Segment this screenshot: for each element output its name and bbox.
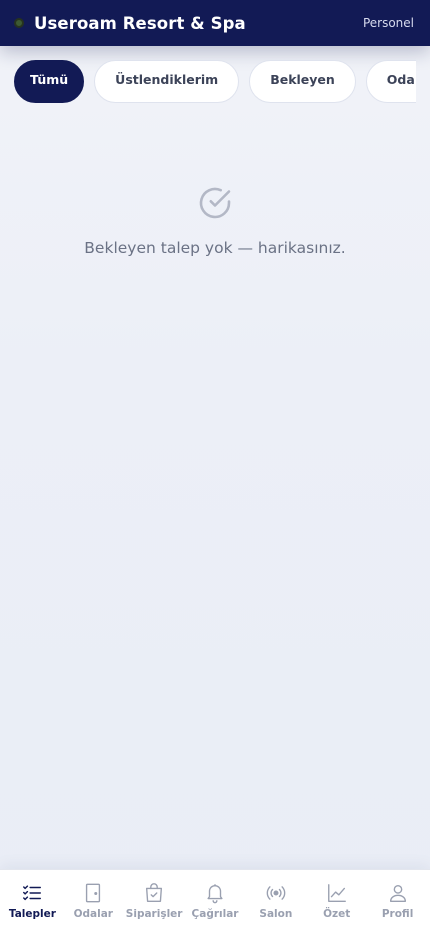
bell-icon [207,884,223,904]
bottom-nav: Talepler Odalar Siparişler Çağrılar Salo… [0,869,430,932]
nav-label-lounge: Salon [259,908,293,920]
nav-item-calls[interactable]: Çağrılar [185,870,246,932]
nav-label-profile: Profil [381,908,414,920]
filter-chips: Tümü Üstlendiklerim Bekleyen Oda Servisi [14,60,416,106]
nav-item-profile[interactable]: Profil [367,870,428,932]
nav-item-rooms[interactable]: Odalar [63,870,124,932]
empty-state: Bekleyen talep yok — harikasınız. [0,185,430,257]
list-check-icon [23,885,42,901]
nav-label-summary: Özet [323,908,351,920]
nav-item-requests[interactable]: Talepler [2,870,63,932]
nav-item-lounge[interactable]: Salon [245,870,306,932]
role-label[interactable]: Personel [363,16,414,30]
nav-label-orders: Siparişler [125,908,183,920]
empty-message: Bekleyen talep yok — harikasınız. [84,239,346,257]
door-icon [86,883,101,903]
filter-chip-all[interactable]: Tümü [14,60,85,103]
shopping-bag-icon [146,883,163,902]
filter-chip-claimed[interactable]: Üstlendiklerim [94,60,240,103]
filter-chip-room-service[interactable]: Oda Servisi [365,60,416,103]
status-indicator [14,18,24,28]
app-header: Useroam Resort & Spa Personel [0,0,430,46]
nav-item-summary[interactable]: Özet [306,870,367,932]
broadcast-icon [266,886,286,900]
hotel-title: Useroam Resort & Spa [34,13,246,33]
user-icon [389,884,406,902]
check-circle-icon [199,187,231,219]
nav-label-calls: Çağrılar [191,908,239,920]
filter-chip-pending[interactable]: Bekleyen [249,60,356,103]
chart-icon [327,884,346,902]
nav-label-requests: Talepler [8,908,56,920]
app-root: Useroam Resort & Spa Personel Tümü Üstle… [0,0,430,932]
nav-label-rooms: Odalar [73,908,113,920]
nav-item-orders[interactable]: Siparişler [124,870,185,932]
